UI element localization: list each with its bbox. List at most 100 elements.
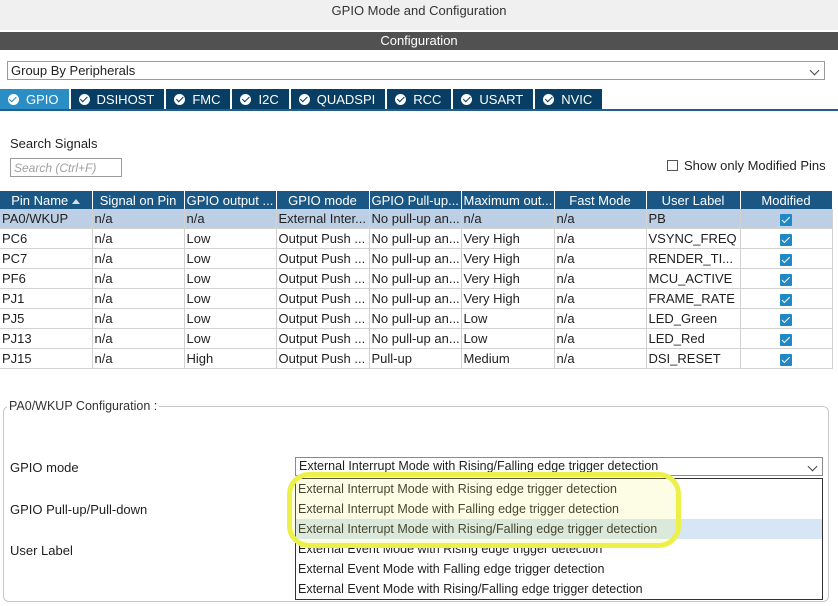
cell-speed: Low	[461, 308, 555, 329]
cell-pull: No pull-up an...	[369, 209, 462, 229]
table-row[interactable]: PJ15 n/a High Output Push ... Pull-up Me…	[0, 348, 833, 369]
check-circle-icon	[395, 93, 407, 105]
checkbox-checked-icon[interactable]	[780, 213, 792, 226]
checkbox-checked-icon[interactable]	[780, 313, 792, 326]
table-row[interactable]: PJ5 n/a Low Output Push ... No pull-up a…	[0, 308, 833, 329]
table-row[interactable]: PF6 n/a Low Output Push ... No pull-up a…	[0, 268, 833, 289]
cell-mode: Output Push ...	[276, 268, 370, 289]
checkbox-checked-icon[interactable]	[780, 253, 792, 266]
col-header-signal[interactable]: Signal on Pin	[92, 191, 185, 209]
gpio-mode-options: External Interrupt Mode with Rising edge…	[295, 478, 823, 600]
cell-pin: PF6	[0, 268, 93, 289]
cell-label: RENDER_TI...	[646, 248, 741, 269]
option-exti-rising[interactable]: External Interrupt Mode with Rising edge…	[296, 479, 822, 499]
show-modified-label: Show only Modified Pins	[684, 158, 826, 173]
checkbox-checked-icon[interactable]	[780, 353, 792, 366]
show-modified-toggle[interactable]: Show only Modified Pins	[667, 158, 826, 173]
gpio-mode-value: External Interrupt Mode with Rising/Fall…	[299, 459, 659, 473]
col-header-pin-name[interactable]: Pin Name	[0, 191, 93, 209]
tab-label: GPIO	[26, 91, 59, 107]
tab-gpio[interactable]: GPIO	[0, 89, 69, 109]
cell-modified	[740, 308, 833, 329]
tab-dsihost[interactable]: DSIHOST	[70, 89, 165, 109]
gpio-mode-select[interactable]: External Interrupt Mode with Rising/Fall…	[295, 457, 823, 476]
cell-label: PB	[646, 209, 741, 229]
group-by-dropdown[interactable]: Group By Peripherals	[7, 61, 825, 80]
col-header-gpio-output[interactable]: GPIO output ...	[184, 191, 277, 209]
cell-pin: PJ5	[0, 308, 93, 329]
table-row[interactable]: PC7 n/a Low Output Push ... No pull-up a…	[0, 248, 833, 269]
cell-modified	[740, 348, 833, 369]
cell-mode: External Inter...	[276, 209, 370, 229]
cell-output: Low	[184, 248, 277, 269]
col-header-modified[interactable]: Modified	[740, 191, 833, 209]
option-exti-rising-falling[interactable]: External Interrupt Mode with Rising/Fall…	[296, 519, 822, 539]
cell-modified	[740, 248, 833, 269]
cell-pull: No pull-up an...	[369, 268, 462, 289]
tab-rcc[interactable]: RCC	[387, 89, 452, 109]
tab-label: I2C	[258, 91, 279, 107]
table-row[interactable]: PJ1 n/a Low Output Push ... No pull-up a…	[0, 288, 833, 309]
tab-nvic[interactable]: NVIC	[535, 89, 603, 109]
cell-signal: n/a	[92, 228, 185, 249]
cell-pin: PA0/WKUP	[0, 209, 93, 229]
cell-pull: No pull-up an...	[369, 228, 462, 249]
chevron-down-icon	[807, 461, 818, 472]
cell-mode: Output Push ...	[276, 248, 370, 269]
cell-pin: PJ1	[0, 288, 93, 309]
check-circle-icon	[298, 93, 310, 105]
table-header-row: Pin Name Signal on Pin GPIO output ... G…	[0, 191, 833, 209]
checkbox-unchecked-icon[interactable]	[667, 160, 678, 171]
pin-table: Pin Name Signal on Pin GPIO output ... G…	[0, 191, 833, 369]
cell-speed: n/a	[461, 209, 555, 229]
tab-fmc[interactable]: FMC	[166, 89, 231, 109]
option-event-rising[interactable]: External Event Mode with Rising edge tri…	[296, 539, 822, 559]
cell-speed: Very High	[461, 228, 555, 249]
cell-pin: PJ15	[0, 348, 93, 369]
search-input[interactable]	[10, 158, 122, 177]
cell-label: DSI_RESET	[646, 348, 741, 369]
user-label-label: User Label	[10, 543, 73, 558]
cell-fast: n/a	[554, 328, 647, 349]
cell-modified	[740, 288, 833, 309]
check-circle-icon	[174, 93, 186, 105]
chevron-down-icon	[809, 65, 820, 76]
cell-signal: n/a	[92, 248, 185, 269]
cell-output: n/a	[184, 209, 277, 229]
checkbox-checked-icon[interactable]	[780, 293, 792, 306]
option-event-falling[interactable]: External Event Mode with Falling edge tr…	[296, 559, 822, 579]
checkbox-checked-icon[interactable]	[780, 233, 792, 246]
cell-pin: PC7	[0, 248, 93, 269]
col-header-gpio-mode[interactable]: GPIO mode	[276, 191, 370, 209]
tab-label: DSIHOST	[96, 91, 155, 107]
cell-pin: PC6	[0, 228, 93, 249]
cell-modified	[740, 268, 833, 289]
col-header-fast-mode[interactable]: Fast Mode	[554, 191, 647, 209]
tab-i2c[interactable]: I2C	[232, 89, 289, 109]
tab-quadspi[interactable]: QUADSPI	[290, 89, 386, 109]
table-row[interactable]: PC6 n/a Low Output Push ... No pull-up a…	[0, 228, 833, 249]
cell-pull: Pull-up	[369, 348, 462, 369]
cell-signal: n/a	[92, 209, 185, 229]
sort-up-icon	[72, 198, 81, 204]
gpio-pull-label: GPIO Pull-up/Pull-down	[10, 502, 148, 517]
table-row[interactable]: PA0/WKUP n/a n/a External Inter... No pu…	[0, 209, 833, 229]
tab-label: USART	[479, 91, 524, 107]
option-exti-falling[interactable]: External Interrupt Mode with Falling edg…	[296, 499, 822, 519]
tab-usart[interactable]: USART	[453, 89, 534, 109]
tab-label: QUADSPI	[316, 91, 376, 107]
cell-fast: n/a	[554, 288, 647, 309]
pin-configuration-title: PA0/WKUP Configuration :	[7, 399, 160, 413]
checkbox-checked-icon[interactable]	[780, 333, 792, 346]
col-header-max-output-speed[interactable]: Maximum out...	[461, 191, 555, 209]
cell-fast: n/a	[554, 228, 647, 249]
cell-output: High	[184, 348, 277, 369]
check-circle-icon	[461, 93, 473, 105]
cell-pull: No pull-up an...	[369, 308, 462, 329]
table-row[interactable]: PJ13 n/a Low Output Push ... No pull-up …	[0, 328, 833, 349]
col-header-pull[interactable]: GPIO Pull-up...	[369, 191, 462, 209]
checkbox-checked-icon[interactable]	[780, 273, 792, 286]
option-event-rising-falling[interactable]: External Event Mode with Rising/Falling …	[296, 579, 822, 599]
tab-label: NVIC	[561, 91, 593, 107]
col-header-user-label[interactable]: User Label	[646, 191, 741, 209]
